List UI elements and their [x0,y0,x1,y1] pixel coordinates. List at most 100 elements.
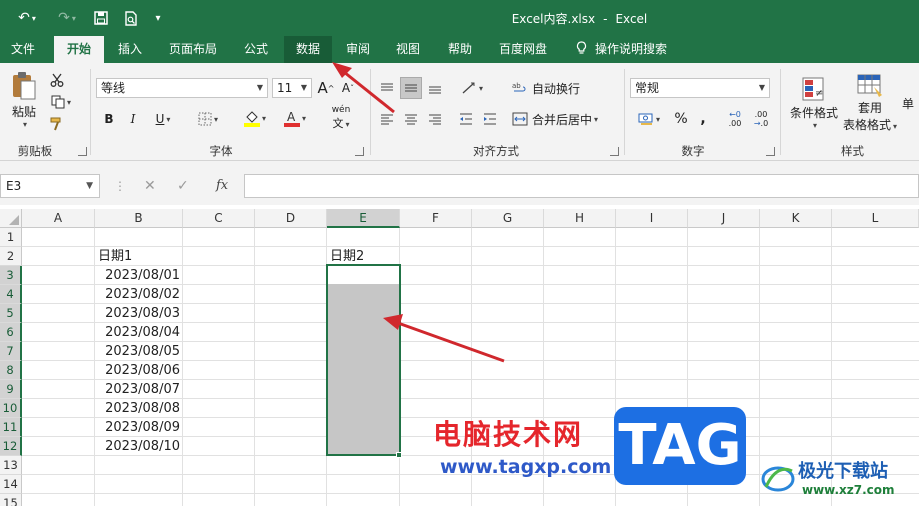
row-header-2[interactable]: 2 [0,247,22,266]
align-bottom-button[interactable] [424,77,446,99]
row-header-13[interactable]: 13 [0,456,22,475]
column-header-F[interactable]: F [400,209,472,228]
column-header-H[interactable]: H [544,209,616,228]
increase-decimal-button[interactable]: ←0.00 [724,109,746,129]
comma-style-button[interactable]: , [694,109,712,129]
format-painter-button[interactable] [46,115,68,133]
cell-B12[interactable]: 2023/08/10 [95,437,183,456]
row-header-6[interactable]: 6 [0,323,22,342]
tab-formulas[interactable]: 公式 [232,36,280,63]
number-format-dropdown[interactable]: 常规 ▼ [630,78,770,98]
cell-B4[interactable]: 2023/08/02 [95,285,183,304]
italic-button[interactable]: I [124,109,142,129]
underline-icon: U [155,112,165,126]
align-right-button[interactable] [426,109,444,129]
cell-styles-button[interactable]: 单 [902,93,919,113]
name-box[interactable]: E3 ▼ [0,174,100,198]
row-header-5[interactable]: 5 [0,304,22,323]
column-header-G[interactable]: G [472,209,544,228]
row-header-1[interactable]: 1 [0,228,22,247]
align-middle-button[interactable] [400,77,422,99]
column-header-B[interactable]: B [95,209,183,228]
row-header-10[interactable]: 10 [0,399,22,418]
cancel-entry-button[interactable]: ✕ [144,174,156,198]
wrap-text-button[interactable]: ab 自动换行 [512,77,592,99]
cell-B11[interactable]: 2023/08/09 [95,418,183,437]
tab-review[interactable]: 审阅 [336,36,380,63]
copy-button[interactable]: ▾ [46,93,76,111]
tab-home[interactable]: 开始 [54,36,104,63]
cell-B10[interactable]: 2023/08/08 [95,399,183,418]
row-header-7[interactable]: 7 [0,342,22,361]
shrink-font-button[interactable]: Aˇ [338,78,358,98]
fill-handle[interactable] [396,452,402,458]
number-dialog-launcher[interactable] [766,147,775,156]
cell-B3[interactable]: 2023/08/01 [95,266,183,285]
insert-function-button[interactable]: fx [216,174,228,198]
font-size-dropdown[interactable]: 11 ▼ [272,78,312,98]
conditional-formatting-button[interactable]: ≠ 条件格式 ▾ [786,71,842,135]
font-name-dropdown[interactable]: 等线 ▼ [96,78,268,98]
merge-center-icon [512,112,528,126]
cell-B7[interactable]: 2023/08/05 [95,342,183,361]
tab-insert[interactable]: 插入 [106,36,154,63]
tab-data[interactable]: 数据 [284,36,332,63]
chevron-down-icon: ▼ [300,83,307,92]
orientation-button[interactable]: ▾ [456,77,488,99]
fill-color-button[interactable]: ▾ [238,107,272,129]
font-color-button[interactable]: A ▾ [278,107,312,129]
bold-button[interactable]: B [100,109,118,129]
select-all-button[interactable] [0,209,22,228]
column-header-K[interactable]: K [760,209,832,228]
increase-indent-button[interactable] [480,109,500,129]
tab-file[interactable]: 文件 [0,36,46,63]
decrease-indent-button[interactable] [456,109,476,129]
column-header-D[interactable]: D [255,209,327,228]
column-header-C[interactable]: C [183,209,255,228]
accounting-format-button[interactable]: ▾ [632,109,666,129]
paste-button[interactable]: 粘贴 ▾ [6,71,42,129]
column-header-I[interactable]: I [616,209,688,228]
borders-button[interactable]: ▾ [192,109,224,129]
row-header-8[interactable]: 8 [0,361,22,380]
number-format-value: 常规 [635,81,660,95]
format-as-table-button[interactable]: 套用 表格格式 ▾ [842,71,898,135]
column-header-J[interactable]: J [688,209,760,228]
column-header-A[interactable]: A [22,209,95,228]
column-header-L[interactable]: L [832,209,919,228]
align-top-button[interactable] [376,77,398,99]
underline-button[interactable]: U ▾ [148,109,178,129]
phonetic-guide-button[interactable]: wén 文 ▾ [324,105,358,130]
enter-entry-button[interactable]: ✓ [177,174,189,198]
cell-B8[interactable]: 2023/08/06 [95,361,183,380]
paste-label: 粘贴 [11,105,36,119]
tab-baidu-netdisk[interactable]: 百度网盘 [490,36,556,63]
grow-font-button[interactable]: A ^ [316,78,336,98]
decrease-decimal-button[interactable]: .00 →.0 [750,109,772,129]
tab-view[interactable]: 视图 [386,36,430,63]
align-center-button[interactable] [402,109,420,129]
merge-center-button[interactable]: 合并后居中 ▾ [512,109,618,129]
row-header-3[interactable]: 3 [0,266,22,285]
alignment-dialog-launcher[interactable] [610,147,619,156]
tab-page-layout[interactable]: 页面布局 [160,36,226,63]
row-header-4[interactable]: 4 [0,285,22,304]
cut-button[interactable] [46,71,68,89]
tab-help[interactable]: 帮助 [438,36,482,63]
clipboard-dialog-launcher[interactable] [78,147,87,156]
cell-B6[interactable]: 2023/08/04 [95,323,183,342]
tell-me-search[interactable]: 操作说明搜索 [570,36,680,63]
cell-B2[interactable]: 日期1 [98,247,132,266]
align-left-button[interactable] [378,109,396,129]
font-dialog-launcher[interactable] [355,147,364,156]
row-header-12[interactable]: 12 [0,437,22,456]
percent-style-button[interactable]: % [672,109,690,129]
row-header-15[interactable]: 15 [0,494,22,506]
column-header-E[interactable]: E [327,209,400,228]
cell-B5[interactable]: 2023/08/03 [95,304,183,323]
row-header-11[interactable]: 11 [0,418,22,437]
row-header-14[interactable]: 14 [0,475,22,494]
formula-input[interactable] [244,174,919,198]
row-header-9[interactable]: 9 [0,380,22,399]
cell-B9[interactable]: 2023/08/07 [95,380,183,399]
